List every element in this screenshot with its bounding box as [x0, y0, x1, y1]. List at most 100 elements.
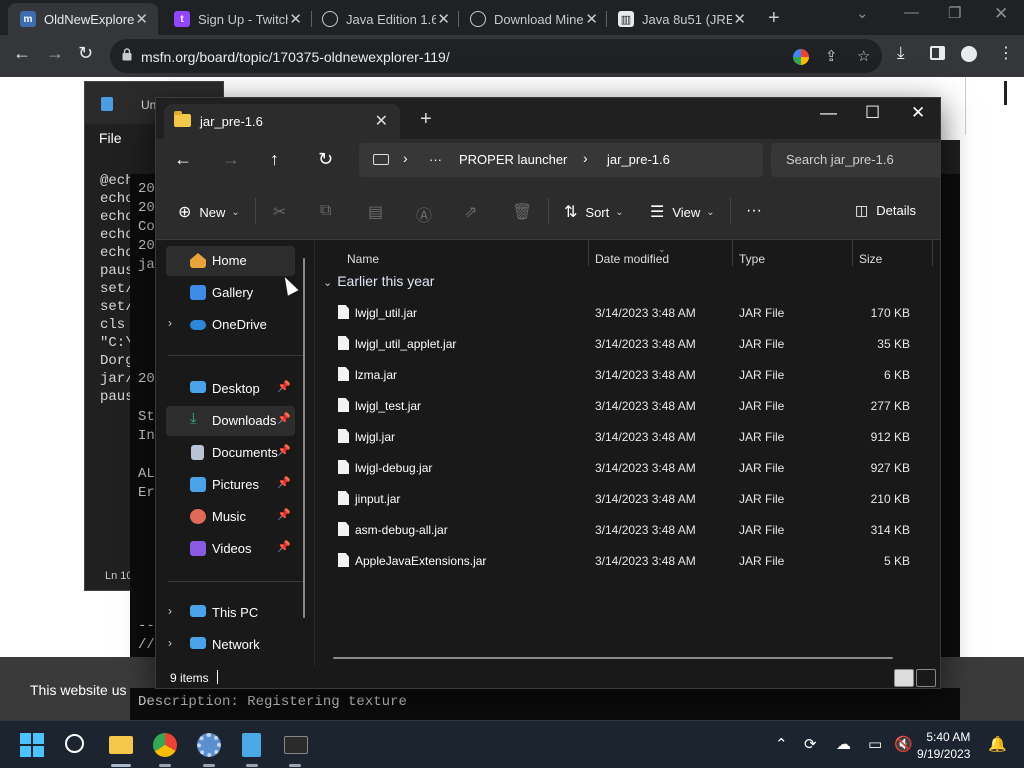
sidebar-item-onedrive[interactable]: › OneDrive: [166, 310, 295, 340]
close-tab-icon[interactable]: ✕: [733, 10, 746, 28]
share-icon[interactable]: ⇪: [825, 47, 838, 65]
share-icon[interactable]: ⇗: [464, 202, 477, 222]
details-view-icon[interactable]: [894, 669, 914, 687]
copy-icon[interactable]: ⧉: [320, 202, 331, 220]
horizontal-scrollbar[interactable]: [333, 657, 893, 659]
sidebar-item-gallery[interactable]: Gallery: [166, 278, 295, 308]
kebab-menu-icon[interactable]: ⋮: [998, 43, 1014, 63]
search-input[interactable]: Search jar_pre-1.6: [771, 143, 940, 177]
back-arrow-icon[interactable]: ←: [13, 43, 31, 64]
sidebar-item-pictures[interactable]: Pictures 📌: [166, 470, 295, 500]
close-tab-icon[interactable]: ✕: [437, 10, 450, 28]
file-row[interactable]: jinput.jar 3/14/2023 3:48 AM JAR File 21…: [329, 483, 929, 513]
close-tab-icon[interactable]: ✕: [375, 111, 388, 131]
notepad-file-menu[interactable]: File: [99, 130, 122, 146]
chevron-right-icon[interactable]: ›: [168, 636, 172, 650]
profile-avatar-icon[interactable]: [961, 46, 977, 62]
column-divider[interactable]: [588, 240, 589, 266]
sidebar-item-music[interactable]: Music 📌: [166, 502, 295, 532]
breadcrumb-parent[interactable]: PROPER launcher: [459, 152, 567, 167]
file-row[interactable]: lzma.jar 3/14/2023 3:48 AM JAR File 6 KB: [329, 359, 929, 389]
pin-icon[interactable]: 📌: [277, 444, 291, 457]
column-header-name[interactable]: Name: [347, 252, 379, 266]
file-row[interactable]: asm-debug-all.jar 3/14/2023 3:48 AM JAR …: [329, 514, 929, 544]
details-button[interactable]: ◫ Details: [855, 202, 916, 219]
new-tab-button[interactable]: +: [768, 7, 780, 30]
address-bar[interactable]: msfn.org/board/topic/170375-oldnewexplor…: [110, 39, 882, 73]
search-icon[interactable]: [65, 734, 84, 753]
minimize-icon[interactable]: —: [820, 103, 837, 123]
file-row[interactable]: lwjgl.jar 3/14/2023 3:48 AM JAR File 912…: [329, 421, 929, 451]
pin-icon[interactable]: 📌: [277, 476, 291, 489]
forward-arrow-icon[interactable]: →: [222, 149, 240, 170]
address-bar[interactable]: › ··· PROPER launcher › jar_pre-1.6: [359, 143, 763, 177]
refresh-icon[interactable]: ↻: [318, 149, 333, 170]
sidebar-item-documents[interactable]: Documents 📌: [166, 438, 295, 468]
close-window-icon[interactable]: ✕: [994, 4, 1008, 24]
side-panel-icon[interactable]: [930, 46, 945, 60]
browser-tab-java-8u51[interactable]: ▥ Java 8u51 (JRE 8 ✕: [606, 3, 756, 35]
breadcrumb-ellipsis[interactable]: ···: [429, 152, 442, 167]
column-divider[interactable]: [732, 240, 733, 266]
restore-icon[interactable]: ❐: [948, 4, 961, 22]
paste-icon[interactable]: ▤: [368, 202, 383, 222]
start-windows-icon[interactable]: [20, 733, 44, 757]
sync-icon[interactable]: ⟳: [804, 735, 817, 753]
cloud-icon[interactable]: ☁: [836, 735, 851, 753]
sidebar-item-downloads[interactable]: ⤓ Downloads 📌: [166, 406, 295, 436]
more-options-button[interactable]: ···: [746, 202, 762, 220]
column-divider[interactable]: [852, 240, 853, 266]
reload-icon[interactable]: ↻: [78, 43, 93, 64]
tiles-view-icon[interactable]: [916, 669, 936, 687]
group-header[interactable]: ⌄ Earlier this year: [323, 273, 434, 289]
sidebar-item-this-pc[interactable]: › This PC: [166, 598, 295, 628]
delete-icon[interactable]: 🗑: [512, 202, 532, 222]
pin-icon[interactable]: 📌: [277, 508, 291, 521]
chevron-right-icon[interactable]: ›: [168, 316, 172, 330]
browser-tab-oldnewexplorer[interactable]: m OldNewExplorer ✕: [8, 3, 158, 35]
column-header-size[interactable]: Size: [859, 252, 882, 266]
sidebar-item-videos[interactable]: Videos 📌: [166, 534, 295, 564]
close-window-icon[interactable]: ✕: [911, 103, 925, 123]
chrome-icon[interactable]: [153, 733, 177, 757]
close-tab-icon[interactable]: ✕: [585, 10, 598, 28]
back-arrow-icon[interactable]: ←: [174, 149, 192, 170]
file-row[interactable]: lwjgl-debug.jar 3/14/2023 3:48 AM JAR Fi…: [329, 452, 929, 482]
sort-button[interactable]: ⇅ Sort ⌄: [564, 202, 624, 222]
minimize-icon[interactable]: —: [904, 4, 919, 21]
terminal-icon[interactable]: [284, 736, 308, 754]
tab-search-chevron-icon[interactable]: ⌄: [856, 4, 869, 22]
file-row[interactable]: lwjgl_test.jar 3/14/2023 3:48 AM JAR Fil…: [329, 390, 929, 420]
file-explorer-icon[interactable]: [109, 736, 133, 754]
up-arrow-icon[interactable]: ↑: [270, 149, 279, 170]
close-tab-icon[interactable]: ✕: [135, 10, 148, 28]
chevron-right-icon[interactable]: ›: [168, 604, 172, 618]
new-button[interactable]: ⊕ New ⌄: [178, 202, 240, 222]
forward-arrow-icon[interactable]: →: [46, 43, 64, 64]
pin-icon[interactable]: 📌: [277, 380, 291, 393]
sidebar-item-desktop[interactable]: Desktop 📌: [166, 374, 295, 404]
clock[interactable]: 5:40 AM 9/19/2023: [917, 729, 970, 763]
browser-tab-twitch[interactable]: t Sign Up - Twitch ✕: [162, 3, 312, 35]
breadcrumb-current[interactable]: jar_pre-1.6: [607, 152, 670, 167]
pin-icon[interactable]: 📌: [277, 412, 291, 425]
explorer-tab[interactable]: jar_pre-1.6 ✕: [164, 104, 400, 139]
chevron-up-icon[interactable]: ⌃: [775, 735, 788, 753]
file-row[interactable]: AppleJavaExtensions.jar 3/14/2023 3:48 A…: [329, 545, 929, 575]
network-icon[interactable]: ▭: [868, 735, 882, 753]
new-tab-button[interactable]: +: [420, 108, 432, 131]
column-header-type[interactable]: Type: [739, 252, 765, 266]
bookmark-star-icon[interactable]: ☆: [857, 47, 870, 65]
column-divider[interactable]: [932, 240, 933, 266]
sidebar-item-network[interactable]: › Network: [166, 630, 295, 660]
notepad-icon[interactable]: [242, 733, 261, 757]
cut-icon[interactable]: ✂: [273, 202, 286, 222]
file-row[interactable]: lwjgl_util_applet.jar 3/14/2023 3:48 AM …: [329, 328, 929, 358]
browser-tab-download[interactable]: Download Mine ✕: [458, 3, 608, 35]
notification-bell-icon[interactable]: 🔔: [988, 735, 1007, 753]
browser-tab-java-edition[interactable]: Java Edition 1.6 ✕: [310, 3, 460, 35]
settings-gear-icon[interactable]: [197, 733, 221, 757]
rename-icon[interactable]: Ⓐ: [416, 202, 432, 226]
view-button[interactable]: ☰ View ⌄: [650, 202, 715, 222]
sidebar-item-home[interactable]: Home: [166, 246, 295, 276]
